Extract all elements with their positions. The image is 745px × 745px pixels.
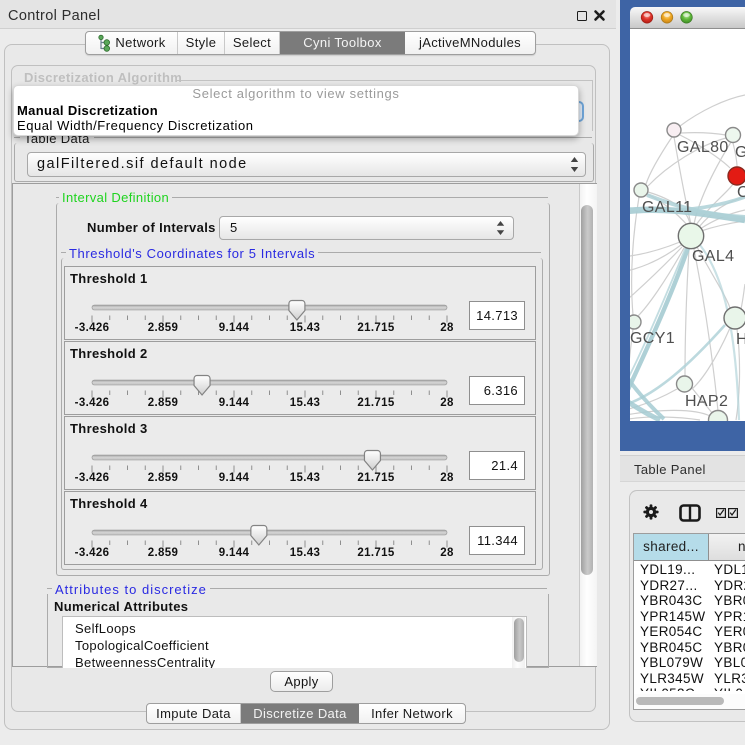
svg-text:21.715: 21.715 — [357, 472, 395, 483]
svg-text:GAL2: GAL2 — [735, 144, 745, 161]
svg-text:GAL80: GAL80 — [677, 139, 729, 156]
svg-text:-3.426: -3.426 — [75, 472, 110, 483]
svg-text:15.43: 15.43 — [290, 547, 321, 558]
svg-text:28: 28 — [440, 547, 454, 558]
svg-text:2.859: 2.859 — [148, 322, 179, 333]
svg-text:21.715: 21.715 — [357, 547, 395, 558]
svg-text:CYC8: CYC8 — [737, 184, 745, 201]
svg-text:15.43: 15.43 — [290, 397, 321, 408]
svg-text:HAP2: HAP2 — [685, 393, 728, 410]
svg-text:2.859: 2.859 — [148, 547, 179, 558]
svg-text:28: 28 — [440, 397, 454, 408]
svg-text:9.144: 9.144 — [219, 547, 250, 558]
svg-text:GAL4: GAL4 — [692, 248, 734, 265]
svg-text:28: 28 — [440, 472, 454, 483]
svg-text:21.715: 21.715 — [357, 397, 395, 408]
svg-text:HIS4: HIS4 — [736, 331, 745, 348]
svg-text:15.43: 15.43 — [290, 472, 321, 483]
svg-text:2.859: 2.859 — [148, 397, 179, 408]
svg-text:GAL11: GAL11 — [642, 199, 692, 216]
svg-text:28: 28 — [440, 322, 454, 333]
svg-text:9.144: 9.144 — [219, 472, 250, 483]
svg-text:GCY1: GCY1 — [630, 330, 675, 347]
svg-text:2.859: 2.859 — [148, 472, 179, 483]
svg-text:21.715: 21.715 — [357, 322, 395, 333]
svg-text:-3.426: -3.426 — [75, 397, 110, 408]
svg-text:9.144: 9.144 — [219, 322, 250, 333]
svg-text:-3.426: -3.426 — [75, 322, 110, 333]
svg-text:-3.426: -3.426 — [75, 547, 110, 558]
svg-text:9.144: 9.144 — [219, 397, 250, 408]
svg-text:15.43: 15.43 — [290, 322, 321, 333]
